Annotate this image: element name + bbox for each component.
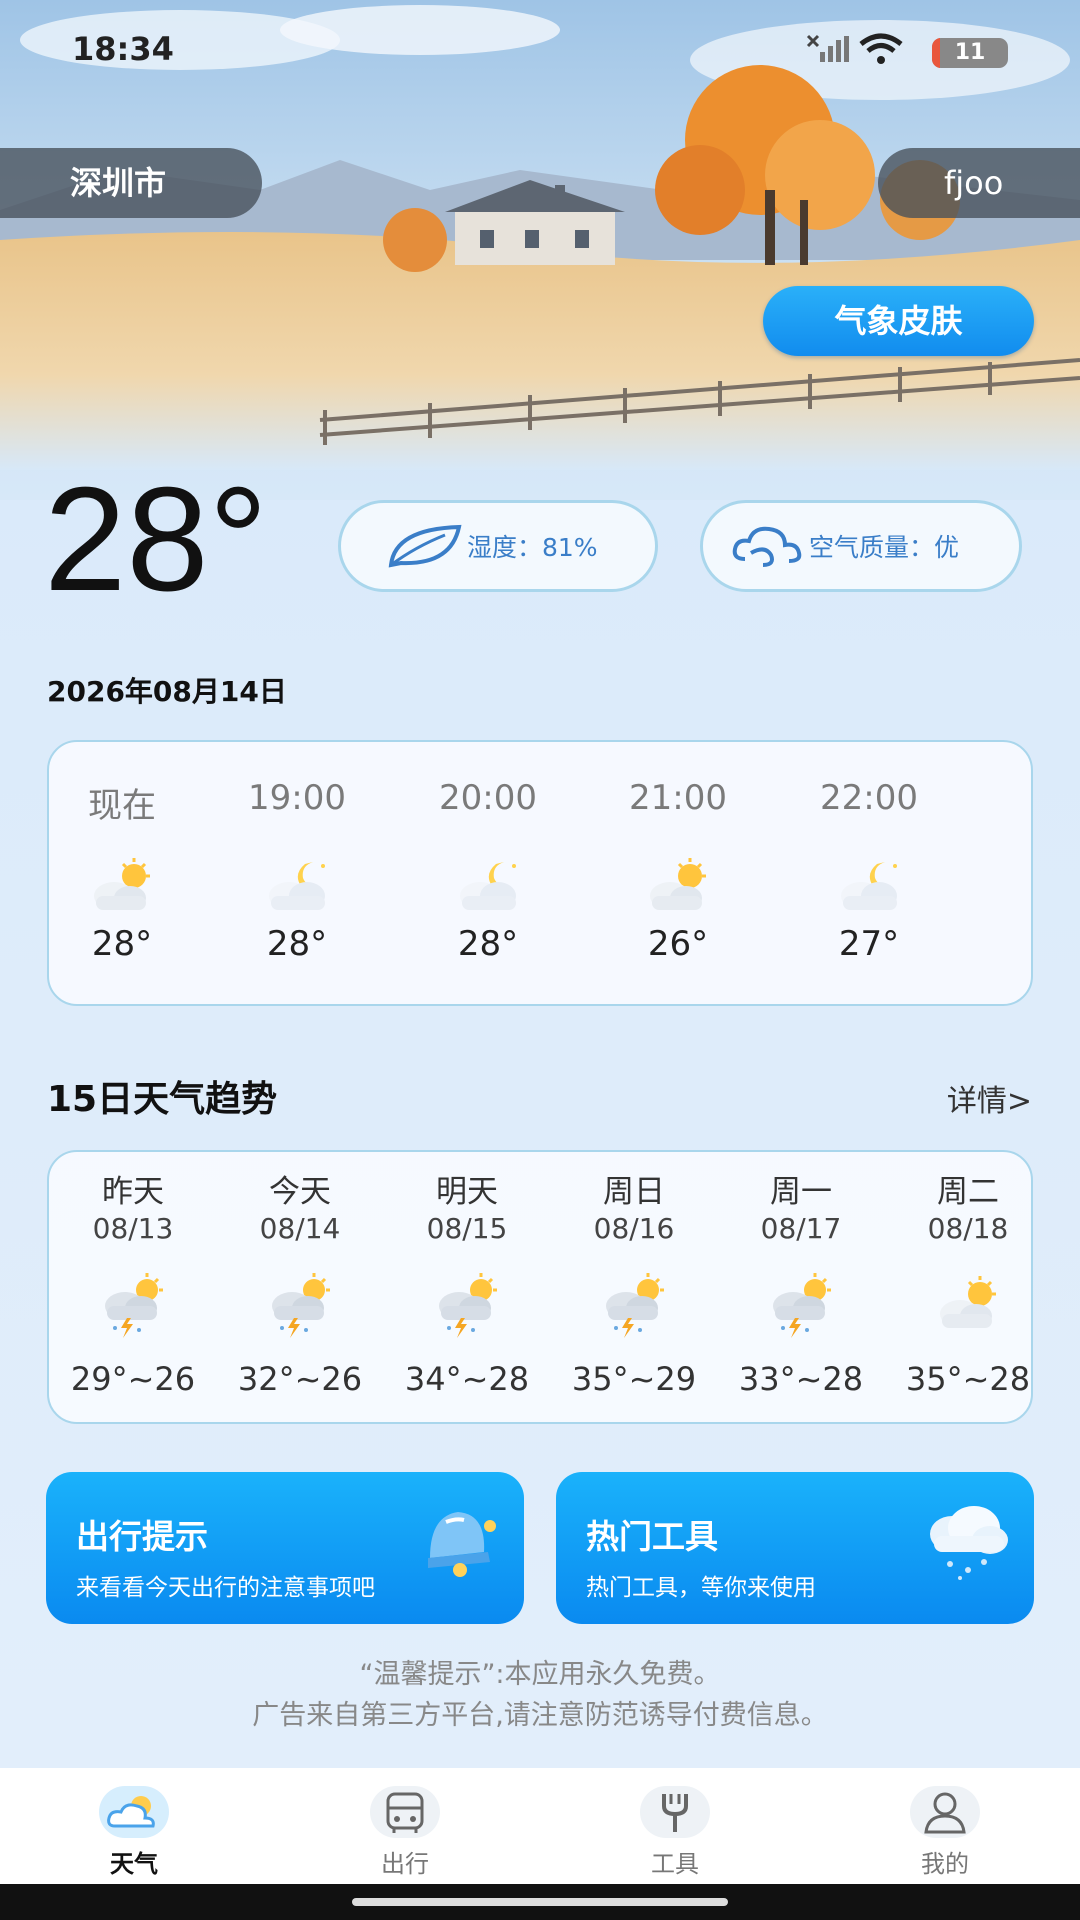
daily-temp-range: 29°~26: [70, 1360, 196, 1398]
battery-level-fill: [932, 38, 941, 68]
daily-date: 08/15: [426, 1212, 508, 1245]
gesture-bar: [0, 1884, 1080, 1920]
daily-day-name: 昨天: [102, 1174, 164, 1210]
hot-tools-subtitle: 热门工具，等你来使用: [586, 1575, 816, 1601]
daily-temp-range: 34°~28: [404, 1360, 530, 1398]
daily-temp-range: 35°~29: [571, 1360, 697, 1398]
daily-date: 08/17: [760, 1212, 842, 1245]
forecast-detail-link[interactable]: 详情>: [947, 1076, 1032, 1120]
thunderstorm-sun-icon: [606, 1273, 664, 1338]
hourly-time: 19:00: [248, 778, 346, 818]
battery-percent: 11: [954, 40, 986, 65]
partly-cloudy-day-icon: [650, 858, 706, 910]
thunderstorm-sun-icon: [272, 1273, 330, 1338]
daily-day-name: 今天: [269, 1174, 331, 1210]
daily-day-name: 周一: [770, 1174, 832, 1210]
air-quality-pill: 空气质量：优: [700, 500, 1022, 592]
snow-cloud-icon: [930, 1506, 1008, 1580]
hourly-time: 21:00: [629, 778, 727, 818]
status-time: 18:34: [72, 30, 174, 68]
daily-date: 08/14: [259, 1212, 341, 1245]
daily-temp-range: 32°~26: [237, 1360, 363, 1398]
weather-skin-button[interactable]: 气象皮肤: [763, 286, 1034, 356]
hourly-icon-wrap: [257, 852, 337, 912]
leaf-icon: [388, 524, 462, 568]
daily-day-name: 明天: [436, 1174, 498, 1210]
travel-tips-tile[interactable]: 出行提示 来看看今天出行的注意事项吧: [46, 1472, 524, 1624]
partly-cloudy-night-icon: [841, 862, 897, 910]
daily-icon-wrap: [93, 1270, 173, 1340]
daily-day-name: 周二: [937, 1174, 999, 1210]
daily-date: 08/13: [92, 1212, 174, 1245]
partly-cloudy-day-icon: [94, 858, 150, 910]
daily-icon-wrap: [594, 1270, 674, 1340]
hourly-temp: 27°: [838, 924, 900, 964]
travel-tips-subtitle: 来看看今天出行的注意事项吧: [76, 1575, 375, 1601]
thunderstorm-sun-icon: [105, 1273, 163, 1338]
partly-cloudy-day-icon: [940, 1276, 996, 1328]
hourly-time: 20:00: [439, 778, 537, 818]
profile-icon: [910, 1786, 980, 1838]
nav-label-weather: 天气: [110, 1850, 158, 1878]
city-selector[interactable]: 深圳市: [0, 148, 262, 218]
current-date: 2026年08月14日: [47, 675, 287, 708]
partly-cloudy-night-icon: [460, 862, 516, 910]
hourly-time: 现在: [88, 786, 156, 826]
forecast-title: 15日天气趋势: [47, 1079, 278, 1120]
cellular-signal-icon: [806, 34, 849, 62]
nav-label-profile: 我的: [921, 1850, 969, 1878]
wifi-icon: [859, 33, 903, 64]
hourly-icon-wrap: [448, 852, 528, 912]
daily-date: 08/16: [593, 1212, 675, 1245]
air-cloud-icon: [732, 526, 802, 567]
daily-temp-range: 35°~28: [905, 1360, 1031, 1398]
home-indicator[interactable]: [352, 1898, 728, 1906]
daily-icon-wrap: [761, 1270, 841, 1340]
hourly-temp: 28°: [266, 924, 328, 964]
hot-tools-title: 热门工具: [586, 1517, 718, 1556]
notice-line-1: “温馨提示”:本应用永久免费。: [359, 1659, 721, 1690]
daily-date: 08/18: [927, 1212, 1009, 1245]
partly-cloudy-night-icon: [269, 862, 325, 910]
hourly-temp: 26°: [647, 924, 709, 964]
status-bar: 18:34 11: [0, 0, 1080, 100]
nav-label-tools: 工具: [651, 1850, 699, 1878]
daily-forecast-card[interactable]: 昨天 08/13 29°~26 今天 08/14 32°~26 明天 08/15 34°~28 周…: [47, 1150, 1033, 1424]
hourly-icon-wrap: [82, 852, 162, 912]
humidity-pill: 湿度：81%: [338, 500, 658, 592]
hourly-temp: 28°: [457, 924, 519, 964]
notice-line-2: 广告来自第三方平台,请注意防范诱导付费信息。: [252, 1700, 828, 1731]
daily-temp-range: 33°~28: [738, 1360, 864, 1398]
air-quality-text: 空气质量：优: [809, 533, 960, 562]
bell-icon: [428, 1512, 496, 1577]
hot-tools-tile[interactable]: 热门工具 热门工具，等你来使用: [556, 1472, 1034, 1624]
hourly-temp: 28°: [91, 924, 153, 964]
travel-tips-title: 出行提示: [76, 1517, 208, 1556]
humidity-text: 湿度：81%: [467, 533, 598, 562]
user-button[interactable]: fjoo: [878, 148, 1080, 218]
hourly-time: 22:00: [820, 778, 918, 818]
hourly-icon-wrap: [829, 852, 909, 912]
hourly-icon-wrap: [638, 852, 718, 912]
daily-icon-wrap: [928, 1270, 1008, 1340]
hourly-time: 2: [999, 778, 1031, 818]
daily-icon-wrap: [427, 1270, 507, 1340]
weather-icon: [99, 1786, 169, 1838]
bus-icon: [370, 1786, 440, 1838]
thunderstorm-sun-icon: [773, 1273, 831, 1338]
thunderstorm-sun-icon: [439, 1273, 497, 1338]
wrench-icon: [640, 1786, 710, 1838]
current-temperature: 28°: [44, 457, 268, 622]
daily-day-name: 周日: [603, 1174, 665, 1210]
bottom-navigation: 天气 出行 工具 我的: [0, 1768, 1080, 1884]
hourly-forecast-card[interactable]: 现在 28° 19:00 28° 20:00 28° 21:00 26° 22:00 27° 2: [47, 740, 1033, 1006]
battery-icon: 11: [932, 38, 1008, 68]
daily-icon-wrap: [260, 1270, 340, 1340]
nav-label-travel: 出行: [381, 1850, 429, 1878]
